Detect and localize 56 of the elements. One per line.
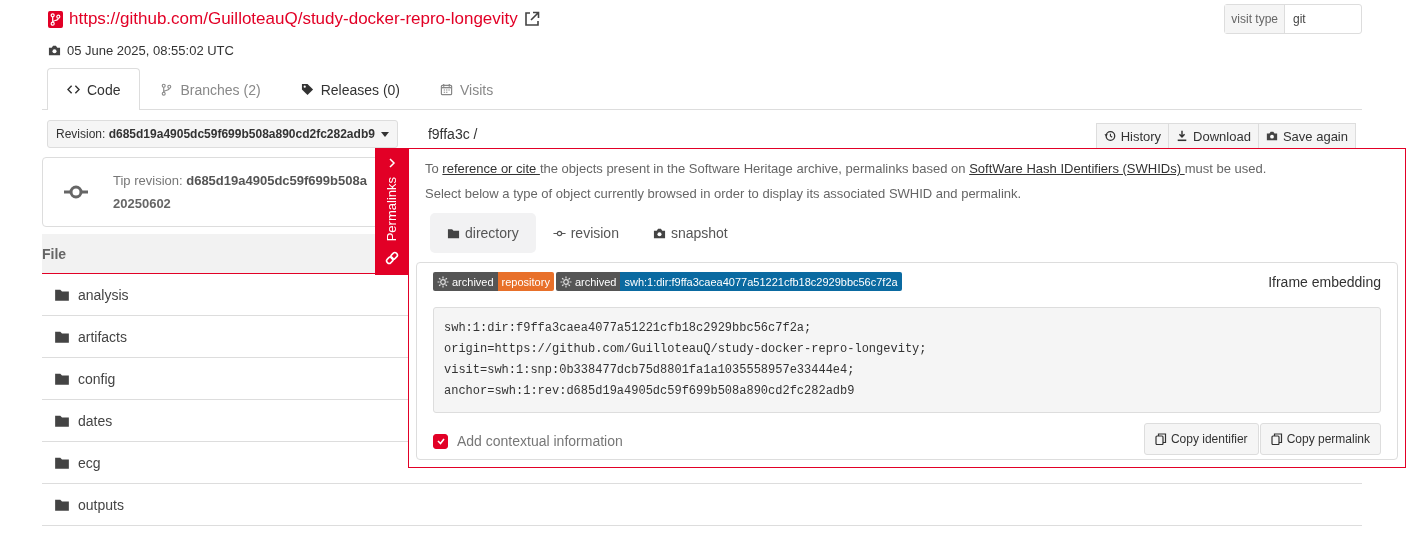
branch-icon [160, 83, 174, 96]
copy-button[interactable]: Copy identifier [1143, 423, 1259, 455]
column-header: File [42, 245, 67, 262]
intro-text: To reference or cite the objects present in the Software Heritage archive, permalinks based on SoftWare Hash IDentifiers (SWHIDs) must be used. [425, 160, 1268, 178]
repository-icon [48, 10, 63, 28]
object-type-tab[interactable]: snapshot [635, 213, 745, 253]
code-icon [67, 83, 80, 96]
swhid-text: swh:1:dir:f9ffa3caea4077a51221cfb18c2929bbc56c7f2a; origin=https://github.com/GuilloteauQ/study-docker-repro-longevity; visit=swh:1:snp:0b338477dcb75d8801fa1a1035558957e33444e4; anchor=swh:1:rev:d685d19a4905dc59f699b508a890cd2fc282adb9 [433, 307, 1381, 413]
visit-type-field[interactable]: visit type git [1224, 4, 1362, 34]
copy-button[interactable]: Copy permalink [1259, 423, 1381, 455]
download-icon [1176, 130, 1189, 142]
tip-revision: Tip revision: d685d19a4905dc59f699b508a [113, 173, 367, 188]
external-link-icon [523, 11, 540, 27]
camera-icon [48, 43, 61, 57]
permalinks-tab[interactable]: Permalinks [375, 148, 408, 275]
caret-icon [380, 131, 389, 137]
breadcrumb-path: f9ffa3c / [427, 126, 478, 142]
revision-dropdown[interactable]: Revision: d685d19a4905dc59f699b508a890cd2fc282adb9 [47, 120, 398, 148]
calendar-icon [440, 83, 453, 96]
folder-icon [447, 226, 460, 240]
checkbox[interactable] [433, 433, 448, 449]
folder-link[interactable]: outputs [78, 496, 124, 513]
origin-link[interactable]: https://github.com/GuilloteauQ/study-docker-repro-longevity [69, 9, 518, 29]
camera-icon [652, 226, 666, 240]
revision-date: 20250602 [113, 196, 172, 211]
folder-link[interactable]: dates [78, 412, 113, 429]
object-type-tab[interactable]: directory [430, 213, 536, 253]
action-button[interactable]: Save again [1257, 123, 1356, 149]
folder-link[interactable]: config [78, 370, 116, 387]
object-type-tab[interactable]: revision [535, 213, 636, 253]
link-icon [384, 251, 399, 265]
action-button[interactable]: Download [1168, 123, 1259, 149]
hint-text: Select below a type of object currently browsed in order to display its associated SWHID and permalink. [425, 185, 1023, 203]
folder-link[interactable]: analysis [78, 286, 129, 303]
iframe-embedding-link[interactable]: Iframe embedding [1268, 273, 1381, 290]
action-button[interactable]: History [1095, 123, 1170, 149]
folder-link[interactable]: artifacts [78, 328, 127, 345]
checkbox-label: Add contextual information [457, 433, 623, 449]
copy-icon [1270, 433, 1283, 445]
text-link[interactable]: SoftWare Hash IDentifiers (SWHIDs) [969, 161, 1185, 176]
history-icon [1103, 130, 1116, 142]
commit-icon [63, 184, 89, 200]
copy-icon [1154, 433, 1167, 445]
text-link[interactable]: reference or cite [442, 161, 540, 176]
gear-icon [437, 275, 449, 288]
folder-link[interactable]: ecg [78, 454, 101, 471]
chevron-icon [387, 158, 396, 168]
tab[interactable]: Branches (2) [140, 68, 281, 110]
tab[interactable]: Visits [420, 68, 514, 110]
tag-icon [300, 83, 314, 96]
check-icon [435, 436, 446, 446]
gear-icon [559, 275, 572, 288]
snapshot-date: 05 June 2025, 08:55:02 UTC [67, 42, 234, 58]
camera-icon [1265, 130, 1278, 142]
tab[interactable]: Releases (0) [280, 68, 420, 110]
tab[interactable]: Code [47, 68, 141, 110]
